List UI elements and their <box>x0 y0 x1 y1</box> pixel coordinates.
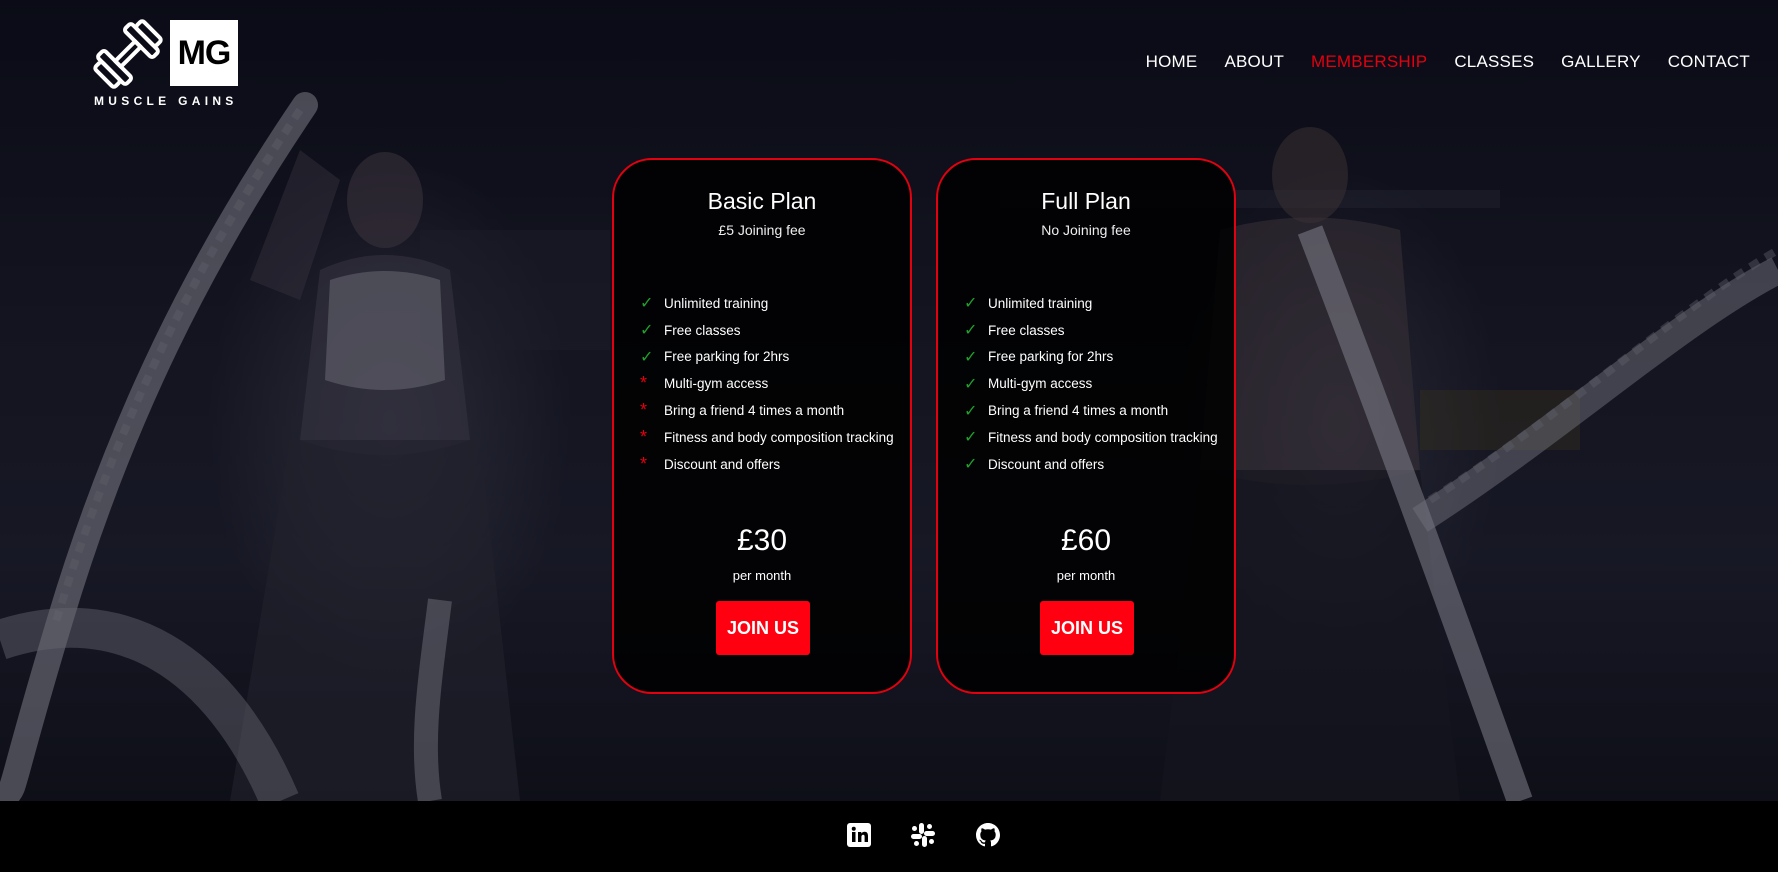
check-icon: ✓ <box>964 322 978 340</box>
plan-period: per month <box>732 568 792 583</box>
plan-card-basic: Basic Plan £5 Joining fee ✓ Unlimited tra… <box>612 158 912 694</box>
plan-title: Basic Plan <box>707 188 817 214</box>
feature-label: Fitness and body composition tracking <box>664 429 894 445</box>
feature-label: Multi-gym access <box>664 376 769 392</box>
feature-item: ✓ Multi-gym access <box>964 370 1218 397</box>
feature-label: Free classes <box>664 322 741 338</box>
feature-label: Free classes <box>988 322 1065 338</box>
star-icon: * <box>640 426 648 447</box>
feature-label: Free parking for 2hrs <box>664 349 790 365</box>
feature-label: Fitness and body composition tracking <box>988 429 1218 445</box>
dumbbell-icon <box>93 19 163 89</box>
check-icon: ✓ <box>964 456 978 474</box>
join-button-full[interactable]: JOIN US <box>1040 601 1134 655</box>
plan-card-full: Full Plan No Joining fee ✓ Unlimited trai… <box>936 158 1236 694</box>
feature-item: ✓ Discount and offers <box>964 451 1218 478</box>
check-icon: ✓ <box>964 375 978 393</box>
feature-item: ✓ Bring a friend 4 times a month <box>964 397 1218 424</box>
main-nav: HOME ABOUT MEMBERSHIP CLASSES GALLERY CO… <box>1146 52 1750 72</box>
plan-price: £60 <box>1060 524 1112 557</box>
nav-classes[interactable]: CLASSES <box>1454 52 1534 72</box>
feature-item: * Discount and offers <box>640 451 894 478</box>
linkedin-icon[interactable] <box>845 821 873 849</box>
github-icon[interactable] <box>974 821 1002 849</box>
feature-item: ✓ Free parking for 2hrs <box>964 344 1218 371</box>
feature-label: Unlimited training <box>664 295 769 311</box>
check-icon: ✓ <box>964 402 978 420</box>
logo-initials: MG <box>170 20 238 86</box>
feature-item: ✓ Unlimited training <box>640 290 894 317</box>
check-icon: ✓ <box>964 429 978 447</box>
feature-label: Discount and offers <box>664 456 781 472</box>
star-icon: * <box>640 373 648 394</box>
feature-list: ✓ Unlimited training ✓ Free classes ✓ Free … <box>964 290 1218 478</box>
star-icon: * <box>640 400 648 421</box>
plan-joining-fee: No Joining fee <box>1041 222 1131 238</box>
feature-item: ✓ Free classes <box>964 317 1218 344</box>
feature-item: ✓ Free parking for 2hrs <box>640 344 894 371</box>
nav-contact[interactable]: CONTACT <box>1668 52 1750 72</box>
feature-label: Unlimited training <box>988 295 1093 311</box>
footer <box>0 801 1778 872</box>
feature-label: Bring a friend 4 times a month <box>664 403 845 419</box>
check-icon: ✓ <box>640 322 654 340</box>
check-icon: ✓ <box>640 295 654 313</box>
feature-item: ✓ Fitness and body composition tracking <box>964 424 1218 451</box>
feature-label: Discount and offers <box>988 456 1105 472</box>
feature-list: ✓ Unlimited training ✓ Free classes ✓ Free … <box>640 290 894 478</box>
feature-label: Multi-gym access <box>988 376 1093 392</box>
check-icon: ✓ <box>964 295 978 313</box>
join-button-basic[interactable]: JOIN US <box>716 601 810 655</box>
nav-about[interactable]: ABOUT <box>1224 52 1284 72</box>
feature-label: Bring a friend 4 times a month <box>988 403 1169 419</box>
feature-item: * Multi-gym access <box>640 370 894 397</box>
feature-item: ✓ Free classes <box>640 317 894 344</box>
nav-membership[interactable]: MEMBERSHIP <box>1311 52 1427 72</box>
slack-icon[interactable] <box>909 821 937 849</box>
star-icon: * <box>640 453 648 474</box>
feature-label: Free parking for 2hrs <box>988 349 1114 365</box>
feature-item: * Fitness and body composition tracking <box>640 424 894 451</box>
brand-logo[interactable]: MG MUSCLE GAINS <box>92 18 242 108</box>
plan-period: per month <box>1056 568 1116 583</box>
nav-gallery[interactable]: GALLERY <box>1561 52 1641 72</box>
check-icon: ✓ <box>640 348 654 366</box>
plan-price: £30 <box>736 524 788 557</box>
plan-title: Full Plan <box>1041 188 1131 214</box>
plan-joining-fee: £5 Joining fee <box>718 222 806 238</box>
check-icon: ✓ <box>964 348 978 366</box>
feature-item: * Bring a friend 4 times a month <box>640 397 894 424</box>
brand-name: MUSCLE GAINS <box>94 94 238 108</box>
nav-home[interactable]: HOME <box>1146 52 1198 72</box>
feature-item: ✓ Unlimited training <box>964 290 1218 317</box>
